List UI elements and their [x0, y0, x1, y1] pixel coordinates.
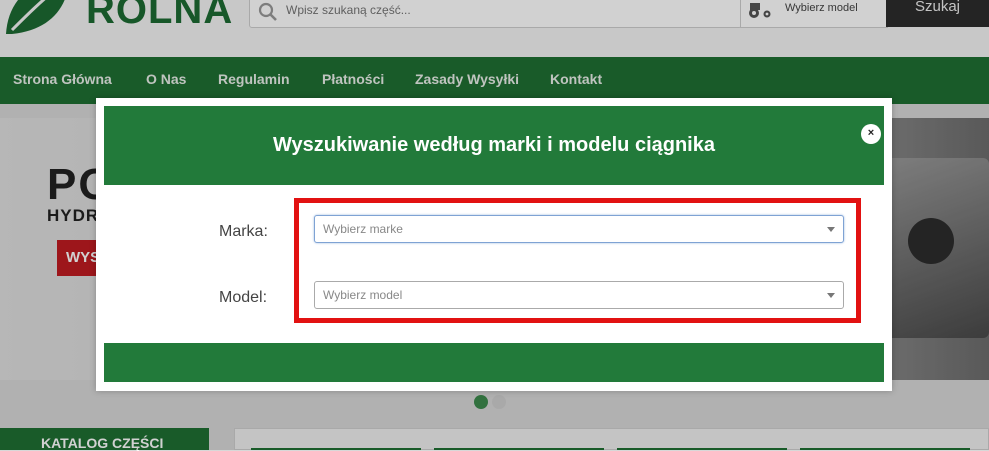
modal-footer: [104, 343, 884, 382]
brand-label: Marka:: [219, 223, 268, 240]
highlight-annotation: [294, 198, 861, 323]
modal-title: Wyszukiwanie według marki i modelu ciągn…: [273, 134, 715, 156]
model-label: Model:: [219, 289, 268, 306]
modal-header: Wyszukiwanie według marki i modelu ciągn…: [104, 106, 884, 185]
close-icon[interactable]: ×: [861, 124, 881, 144]
